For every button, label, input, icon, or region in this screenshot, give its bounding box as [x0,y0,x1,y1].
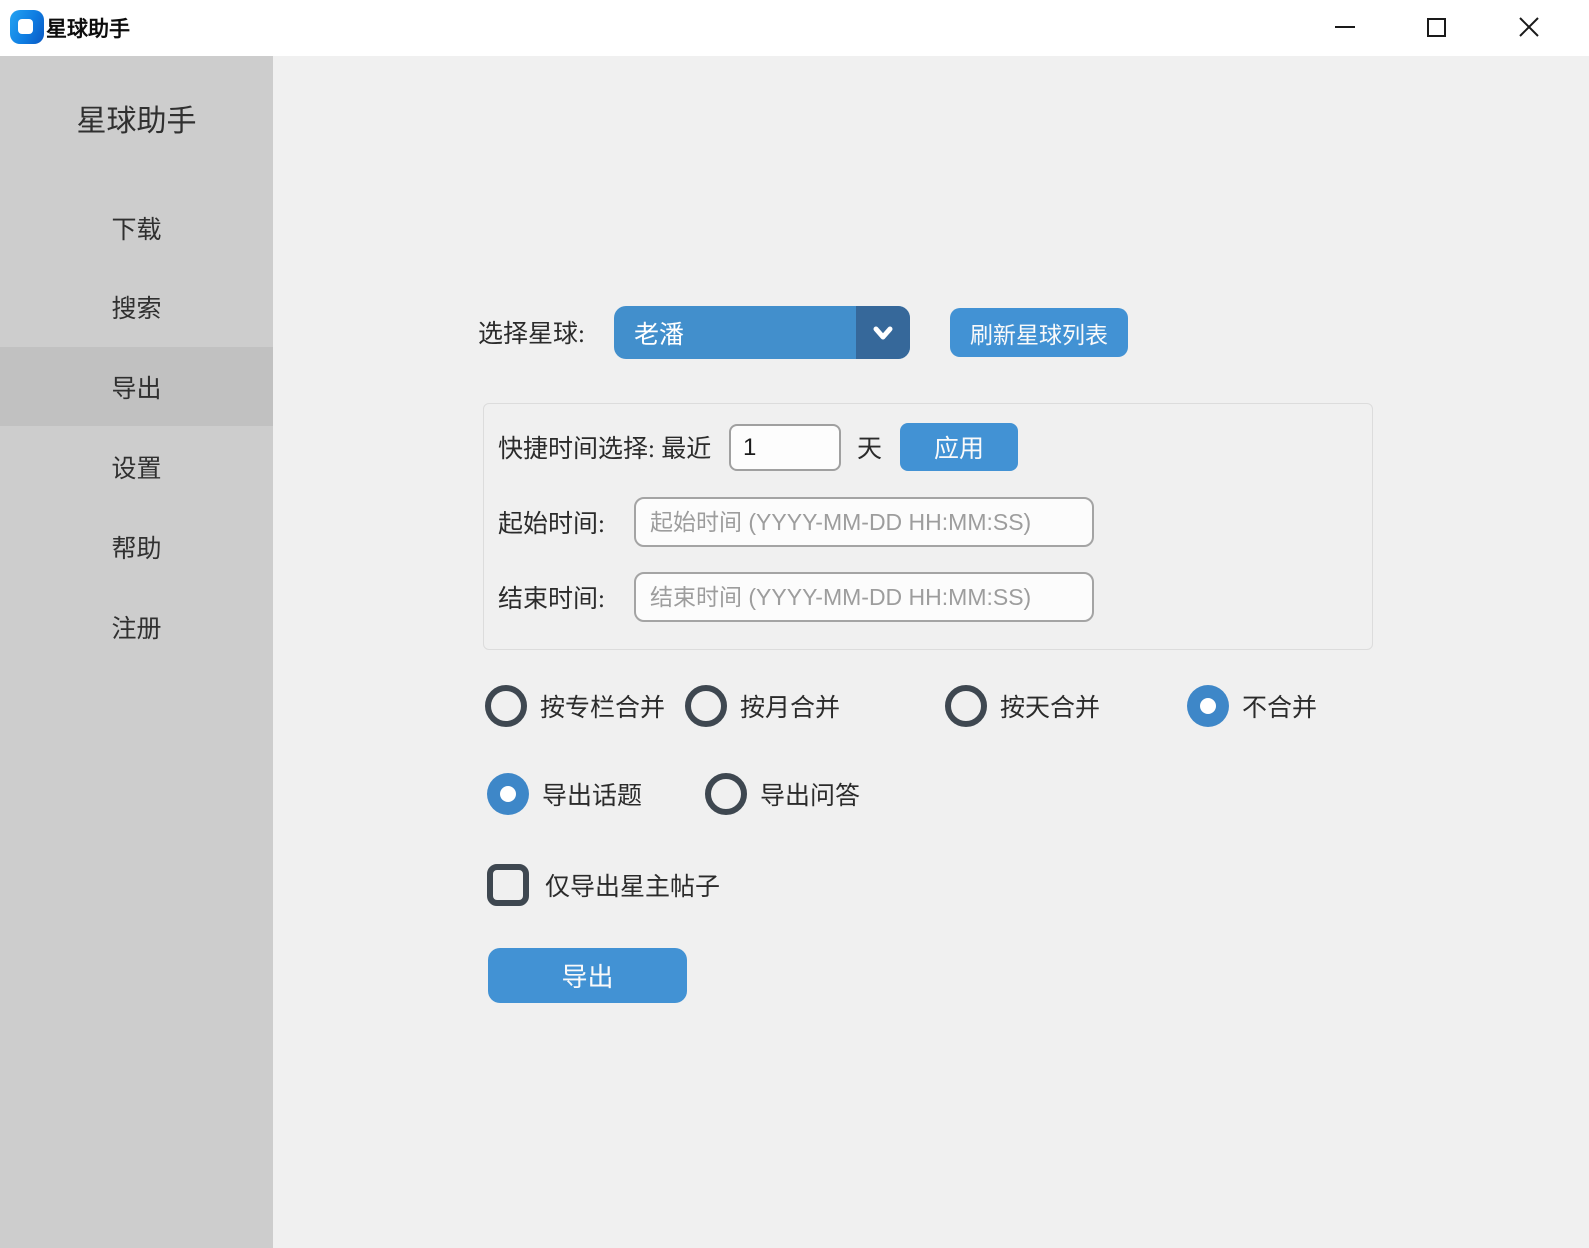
minimize-icon [1335,26,1355,28]
radio-label: 导出问答 [760,783,861,810]
sidebar-item-label: 搜索 [111,295,162,323]
sidebar-item-label: 下载 [111,216,162,244]
maximize-icon [1426,17,1446,37]
sidebar: 星球助手 下载 搜索 导出 设置 帮助 注册 [0,56,273,1248]
sidebar-header: 星球助手 [76,105,197,138]
window-titlebar: 星球助手 [0,0,1589,56]
radio-unselected-icon [705,773,747,815]
sidebar-item-export[interactable]: 导出 [0,347,273,426]
end-time-label: 结束时间: [498,586,605,613]
sidebar-item-search[interactable]: 搜索 [0,267,273,346]
radio-export-topics[interactable]: 导出话题 [487,773,642,815]
checkbox-unchecked-icon [487,864,529,906]
dropdown-arrow-box[interactable] [856,306,910,359]
sidebar-item-label: 导出 [111,375,162,403]
radio-unselected-icon [945,685,987,727]
radio-no-merge[interactable]: 不合并 [1187,685,1317,727]
radio-merge-by-column[interactable]: 按专栏合并 [485,685,665,727]
maximize-button[interactable] [1413,4,1459,50]
radio-selected-icon [1187,685,1229,727]
close-icon [1519,17,1539,37]
apply-button[interactable]: 应用 [900,423,1018,471]
radio-unselected-icon [685,685,727,727]
sidebar-item-settings[interactable]: 设置 [0,427,273,506]
radio-merge-by-month[interactable]: 按月合并 [685,685,840,727]
start-time-input[interactable] [634,497,1094,547]
radio-unselected-icon [485,685,527,727]
sidebar-item-register[interactable]: 注册 [0,587,273,666]
radio-label: 按天合并 [1000,695,1101,722]
main-content: 选择星球: 老潘 刷新星球列表 快捷时间选择: 最近 天 应用 起始时间: 结束… [273,56,1589,1248]
quick-time-label: 快捷时间选择: 最近 [498,436,712,463]
radio-label: 导出话题 [542,783,643,810]
sidebar-item-label: 注册 [111,615,162,643]
radio-label: 按月合并 [740,695,841,722]
minimize-button[interactable] [1322,4,1368,50]
export-button[interactable]: 导出 [488,948,687,1003]
radio-label: 不合并 [1242,695,1318,722]
planet-dropdown[interactable]: 老潘 [614,306,910,359]
days-input[interactable] [729,424,841,471]
app-logo-icon [10,10,44,44]
sidebar-item-help[interactable]: 帮助 [0,507,273,586]
days-unit-label: 天 [857,436,883,463]
select-planet-label: 选择星球: [478,321,585,348]
radio-merge-by-day[interactable]: 按天合并 [945,685,1100,727]
start-time-label: 起始时间: [498,511,605,538]
radio-export-qa[interactable]: 导出问答 [705,773,860,815]
sidebar-item-download[interactable]: 下载 [0,188,273,267]
close-button[interactable] [1506,4,1552,50]
sidebar-item-label: 设置 [111,455,162,483]
owner-only-label: 仅导出星主帖子 [545,874,721,901]
time-filter-groupbox: 快捷时间选择: 最近 天 应用 起始时间: 结束时间: [483,403,1373,650]
radio-label: 按专栏合并 [540,695,666,722]
planet-dropdown-value: 老潘 [634,321,685,349]
end-time-input[interactable] [634,572,1094,622]
chevron-down-icon [873,326,893,339]
radio-selected-icon [487,773,529,815]
sidebar-item-label: 帮助 [111,535,162,563]
refresh-planet-list-button[interactable]: 刷新星球列表 [950,308,1128,357]
window-title: 星球助手 [46,18,130,41]
owner-only-checkbox[interactable]: 仅导出星主帖子 [487,864,720,906]
